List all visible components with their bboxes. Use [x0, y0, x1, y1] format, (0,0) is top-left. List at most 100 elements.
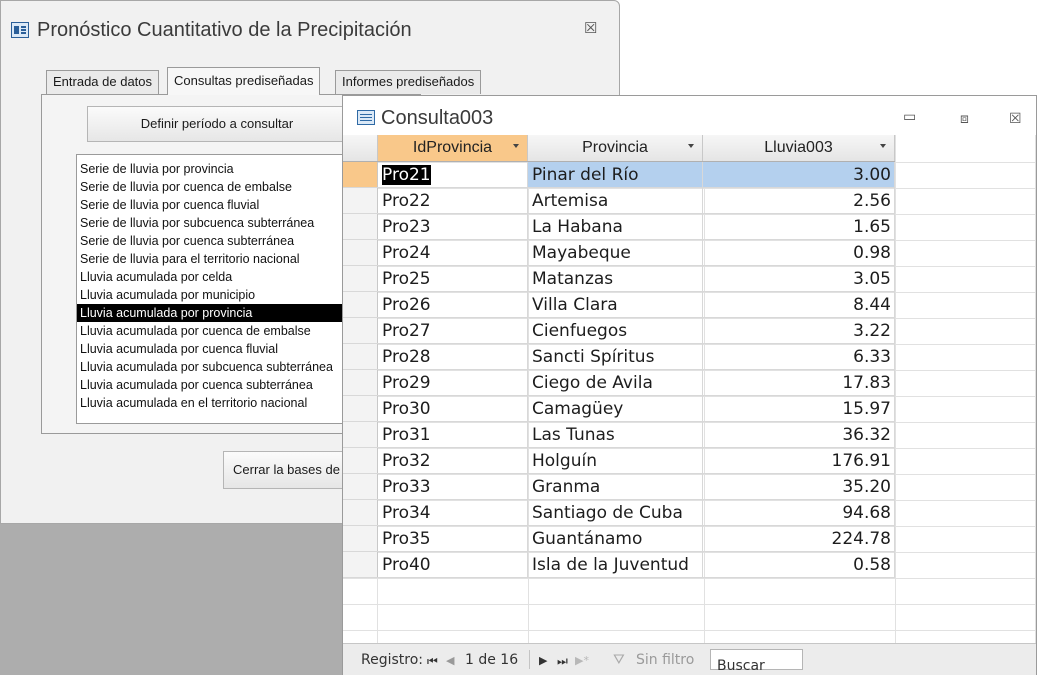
dropdown-arrow-icon[interactable] — [688, 144, 694, 148]
cell-lluvia003[interactable]: 1.65 — [702, 213, 895, 240]
query-list-item[interactable]: Lluvia acumulada por municipio — [77, 286, 375, 304]
table-row[interactable]: Pro28 Sancti Spíritus 6.33 — [343, 343, 895, 370]
record-selector[interactable] — [343, 343, 378, 370]
record-selector[interactable] — [343, 291, 378, 318]
query-list-item[interactable]: Serie de lluvia para el territorio nacio… — [77, 250, 375, 268]
cell-idprovincia[interactable]: Pro31 — [377, 421, 528, 448]
cell-idprovincia[interactable]: Pro21 — [377, 161, 528, 188]
cell-provincia[interactable]: Villa Clara — [527, 291, 703, 318]
query-list-item[interactable]: Serie de lluvia por cuenca de embalse — [77, 178, 375, 196]
query-list-item[interactable]: Lluvia acumulada por cuenca fluvial — [77, 340, 375, 358]
cell-lluvia003[interactable]: 176.91 — [702, 447, 895, 474]
cell-lluvia003[interactable]: 224.78 — [702, 525, 895, 552]
record-selector[interactable] — [343, 187, 378, 214]
column-header-idprovincia[interactable]: IdProvincia — [377, 135, 528, 162]
query-list-item[interactable]: Lluvia acumulada en el territorio nacion… — [77, 394, 375, 412]
cell-idprovincia[interactable]: Pro30 — [377, 395, 528, 422]
cell-idprovincia[interactable]: Pro33 — [377, 473, 528, 500]
table-row[interactable]: Pro30 Camagüey 15.97 — [343, 395, 895, 422]
close-icon[interactable]: ☒ — [584, 19, 597, 37]
cell-idprovincia[interactable]: Pro40 — [377, 551, 528, 578]
query-list-item[interactable]: Serie de lluvia por provincia — [77, 160, 375, 178]
form-title-bar[interactable]: Pronóstico Cuantitativo de la Precipitac… — [1, 1, 619, 41]
cell-lluvia003[interactable]: 6.33 — [702, 343, 895, 370]
next-record-icon[interactable]: ▶ — [539, 654, 547, 667]
table-row[interactable]: Pro32 Holguín 176.91 — [343, 447, 895, 474]
table-row[interactable]: Pro23 La Habana 1.65 — [343, 213, 895, 240]
column-header-provincia[interactable]: Provincia — [527, 135, 703, 162]
cell-provincia[interactable]: Santiago de Cuba — [527, 499, 703, 526]
table-row[interactable]: Pro34 Santiago de Cuba 94.68 — [343, 499, 895, 526]
cell-provincia[interactable]: Pinar del Río — [527, 161, 703, 188]
query-list-item[interactable]: Lluvia acumulada por provincia — [77, 304, 375, 322]
record-selector[interactable] — [343, 551, 378, 578]
record-selector[interactable] — [343, 317, 378, 344]
table-row[interactable]: Pro25 Matanzas 3.05 — [343, 265, 895, 292]
cell-lluvia003[interactable]: 0.58 — [702, 551, 895, 578]
table-row[interactable]: Pro29 Ciego de Avila 17.83 — [343, 369, 895, 396]
datasheet-grid[interactable]: IdProvincia Provincia Lluvia003 Pro21 Pin… — [343, 135, 1036, 643]
search-input[interactable]: Buscar — [710, 649, 803, 674]
cell-idprovincia[interactable]: Pro26 — [377, 291, 528, 318]
table-row[interactable]: Pro33 Granma 35.20 — [343, 473, 895, 500]
select-all-corner[interactable] — [343, 135, 378, 162]
previous-record-icon[interactable]: ◀ — [446, 654, 454, 667]
query-list-item[interactable]: Lluvia acumulada por cuenca subterránea — [77, 376, 375, 394]
record-selector[interactable] — [343, 213, 378, 240]
record-selector[interactable] — [343, 265, 378, 292]
record-selector[interactable] — [343, 239, 378, 266]
column-header-lluvia003[interactable]: Lluvia003 — [702, 135, 895, 162]
cell-provincia[interactable]: Camagüey — [527, 395, 703, 422]
cell-idprovincia[interactable]: Pro32 — [377, 447, 528, 474]
current-record-field[interactable]: 1 de 16 — [465, 652, 518, 668]
table-row[interactable]: Pro31 Las Tunas 36.32 — [343, 421, 895, 448]
cell-lluvia003[interactable]: 35.20 — [702, 473, 895, 500]
cell-lluvia003[interactable]: 2.56 — [702, 187, 895, 214]
cell-provincia[interactable]: Mayabeque — [527, 239, 703, 266]
table-row[interactable]: Pro35 Guantánamo 224.78 — [343, 525, 895, 552]
cell-idprovincia[interactable]: Pro35 — [377, 525, 528, 552]
table-row[interactable]: Pro21 Pinar del Río 3.00 — [343, 161, 895, 188]
cell-lluvia003[interactable]: 3.22 — [702, 317, 895, 344]
restore-icon[interactable]: ⧈ — [960, 110, 969, 127]
cell-lluvia003[interactable]: 94.68 — [702, 499, 895, 526]
cell-provincia[interactable]: Cienfuegos — [527, 317, 703, 344]
dropdown-arrow-icon[interactable] — [880, 144, 886, 148]
query-list-item[interactable]: Lluvia acumulada por cuenca de embalse — [77, 322, 375, 340]
cell-idprovincia[interactable]: Pro27 — [377, 317, 528, 344]
record-selector[interactable] — [343, 421, 378, 448]
tab-consultas-prediseñadas[interactable]: Consultas prediseñadas — [167, 67, 321, 95]
cell-idprovincia[interactable]: Pro24 — [377, 239, 528, 266]
cell-provincia[interactable]: Granma — [527, 473, 703, 500]
tab-informes-prediseñados[interactable]: Informes prediseñados — [335, 70, 482, 94]
query-list-item[interactable]: Lluvia acumulada por celda — [77, 268, 375, 286]
table-row[interactable]: Pro22 Artemisa 2.56 — [343, 187, 895, 214]
dropdown-arrow-icon[interactable] — [513, 144, 519, 148]
minimize-icon[interactable]: ▭ — [903, 108, 916, 125]
cell-lluvia003[interactable]: 3.05 — [702, 265, 895, 292]
table-row[interactable]: Pro24 Mayabeque 0.98 — [343, 239, 895, 266]
record-selector[interactable] — [343, 369, 378, 396]
cell-lluvia003[interactable]: 0.98 — [702, 239, 895, 266]
record-selector[interactable] — [343, 447, 378, 474]
cell-idprovincia[interactable]: Pro25 — [377, 265, 528, 292]
cell-idprovincia[interactable]: Pro22 — [377, 187, 528, 214]
last-record-icon[interactable]: ⏭ — [557, 654, 568, 669]
table-row[interactable]: Pro26 Villa Clara 8.44 — [343, 291, 895, 318]
cell-idprovincia[interactable]: Pro29 — [377, 369, 528, 396]
cell-provincia[interactable]: Ciego de Avila — [527, 369, 703, 396]
cell-provincia[interactable]: La Habana — [527, 213, 703, 240]
cell-lluvia003[interactable]: 8.44 — [702, 291, 895, 318]
define-period-button[interactable]: Definir período a consultar — [87, 106, 347, 142]
cell-idprovincia[interactable]: Pro34 — [377, 499, 528, 526]
record-selector[interactable] — [343, 161, 378, 188]
record-selector[interactable] — [343, 499, 378, 526]
query-list[interactable]: Serie de lluvia por provincia Serie de ll… — [76, 154, 376, 424]
cell-provincia[interactable]: Artemisa — [527, 187, 703, 214]
cell-idprovincia[interactable]: Pro23 — [377, 213, 528, 240]
cell-provincia[interactable]: Guantánamo — [527, 525, 703, 552]
close-icon[interactable]: ☒ — [1009, 110, 1022, 127]
query-list-item[interactable]: Lluvia acumulada por subcuenca subterrán… — [77, 358, 375, 376]
filter-status-button[interactable]: Sin filtro — [636, 652, 694, 668]
cell-lluvia003[interactable]: 36.32 — [702, 421, 895, 448]
